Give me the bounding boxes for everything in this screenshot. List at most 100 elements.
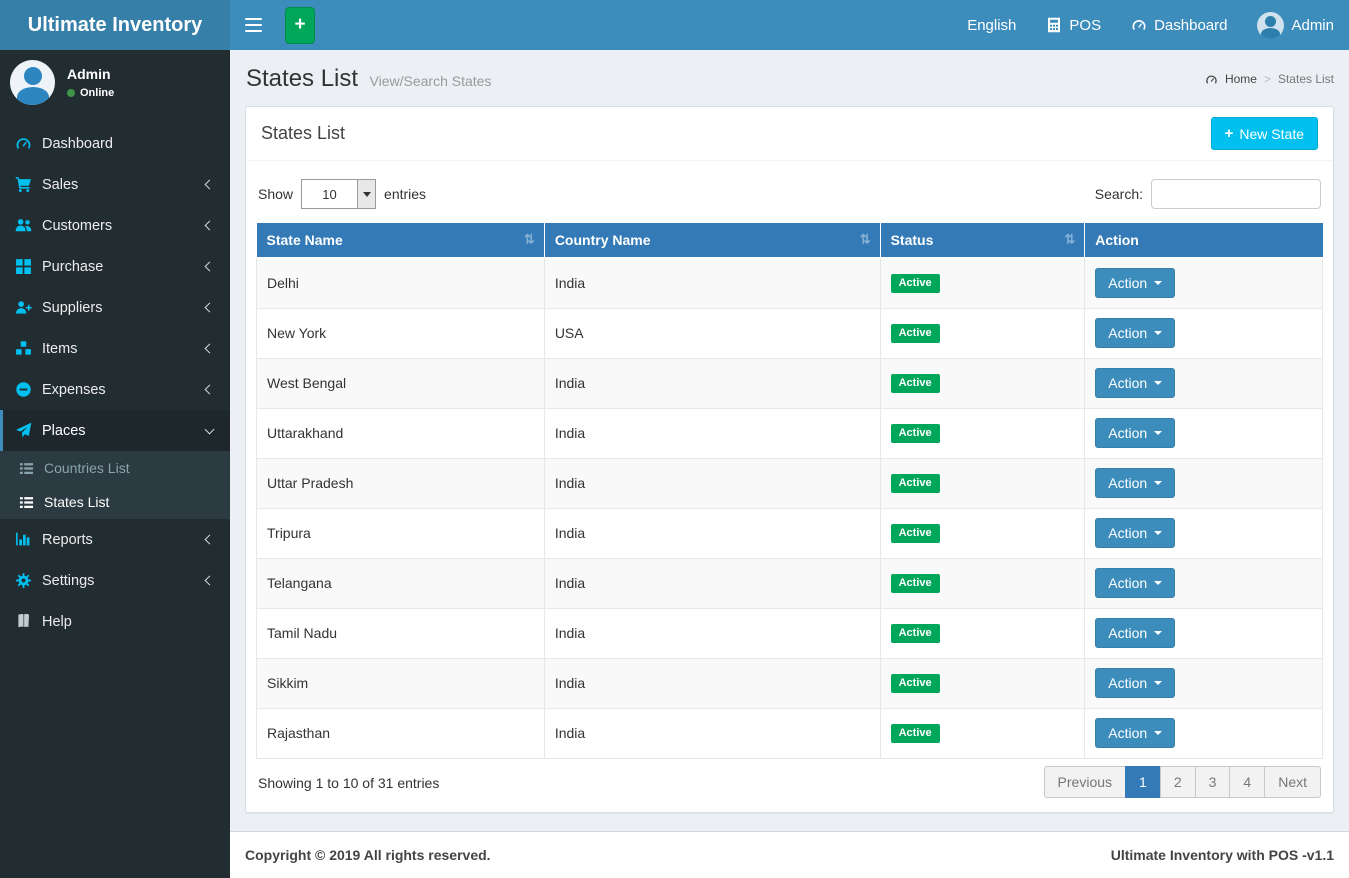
caret-down-icon	[1154, 381, 1163, 385]
cell-action: Action	[1084, 608, 1323, 659]
cell-state-name: Sikkim	[256, 658, 545, 709]
quick-add-button[interactable]: +	[285, 6, 315, 44]
cell-country-name: India	[543, 608, 881, 659]
column-header-label: Status	[890, 232, 934, 248]
status-badge: Active	[890, 424, 940, 443]
page-length-control: Show 10 entries	[258, 179, 426, 209]
action-dropdown-button[interactable]: Action	[1095, 368, 1176, 398]
sidebar-item-customers[interactable]: Customers	[0, 205, 230, 246]
status-badge: Active	[890, 274, 940, 294]
version-text: Ultimate Inventory with POS -v1.1	[1110, 847, 1334, 863]
caret-down-icon	[1154, 431, 1163, 435]
sort-icon[interactable]: ⇅	[860, 232, 871, 248]
sidebar-item-help[interactable]: Help	[0, 601, 230, 642]
navbar-item-admin[interactable]: Admin	[1242, 0, 1349, 50]
column-header-label: State Name	[266, 232, 343, 248]
action-button-label: Action	[1108, 475, 1148, 491]
states-table: State Name ⇅ Country Name ⇅ Status ⇅ Action De…	[256, 223, 1323, 759]
action-dropdown-button[interactable]: Action	[1095, 468, 1176, 498]
action-dropdown-button[interactable]: Action	[1095, 518, 1176, 548]
table-row: Telangana India Active Action	[256, 558, 1323, 609]
pagination-2[interactable]: 2	[1159, 765, 1196, 798]
column-header-status[interactable]: Status ⇅	[880, 223, 1086, 259]
grid-icon	[15, 258, 32, 275]
action-button-label: Action	[1108, 325, 1148, 341]
sidebar-item-places[interactable]: Places	[0, 410, 230, 451]
navbar-item-label: Dashboard	[1154, 16, 1228, 34]
sidebar-section-dashboard: Dashboard	[0, 123, 230, 164]
cell-country-name: India	[543, 458, 881, 509]
sidebar-item-dashboard[interactable]: Dashboard	[0, 123, 230, 164]
column-header-state-name[interactable]: State Name ⇅	[256, 223, 545, 259]
pagination-4[interactable]: 4	[1229, 765, 1266, 798]
new-state-button[interactable]: + New State	[1210, 117, 1318, 150]
sidebar-item-reports[interactable]: Reports	[0, 519, 230, 560]
action-dropdown-button[interactable]: Action	[1095, 318, 1176, 348]
cell-action: Action	[1084, 558, 1323, 609]
status-badge: Active	[890, 324, 940, 343]
caret-down-icon	[1154, 331, 1163, 335]
breadcrumb-home[interactable]: Home	[1225, 72, 1257, 86]
brand-logo[interactable]: Ultimate Inventory	[0, 0, 230, 50]
navbar-item-dashboard[interactable]: Dashboard	[1116, 0, 1242, 50]
action-dropdown-button[interactable]: Action	[1095, 668, 1176, 698]
action-button-label: Action	[1108, 525, 1148, 541]
sidebar-item-sales[interactable]: Sales	[0, 164, 230, 205]
action-button-label: Action	[1108, 675, 1148, 691]
sort-icon[interactable]: ⇅	[1064, 232, 1075, 248]
sidebar-subitem-states-list[interactable]: States List	[0, 485, 230, 519]
chevron-left-icon	[204, 220, 215, 231]
sort-icon[interactable]: ⇅	[524, 232, 535, 248]
caret-down-icon	[1154, 281, 1163, 286]
cell-state-name: Delhi	[256, 258, 545, 309]
action-dropdown-button[interactable]: Action	[1095, 718, 1176, 748]
action-button-label: Action	[1108, 625, 1148, 641]
user-status-label: Online	[80, 87, 115, 99]
tachometer-icon	[1131, 17, 1147, 33]
status-badge: Active	[890, 474, 940, 493]
sidebar-item-items[interactable]: Items	[0, 328, 230, 369]
show-label: Show	[258, 186, 294, 202]
status-badge: Active	[890, 724, 940, 743]
column-header-country-name[interactable]: Country Name ⇅	[544, 223, 881, 259]
cell-status: Active	[879, 258, 1086, 309]
list-icon	[19, 495, 34, 510]
table-row: West Bengal India Active Action	[256, 358, 1323, 409]
calculator-icon	[1046, 17, 1062, 33]
sidebar-item-expenses[interactable]: Expenses	[0, 369, 230, 410]
sidebar-item-label: Items	[42, 340, 78, 357]
sidebar-item-label: Dashboard	[42, 135, 113, 152]
action-dropdown-button[interactable]: Action	[1095, 268, 1176, 299]
sidebar-item-settings[interactable]: Settings	[0, 560, 230, 601]
cell-country-name: India	[543, 358, 881, 409]
action-dropdown-button[interactable]: Action	[1095, 418, 1176, 448]
table-row: Tripura India Active Action	[256, 508, 1323, 559]
sidebar-item-purchase[interactable]: Purchase	[0, 246, 230, 287]
page-length-select[interactable]: 10	[301, 179, 377, 209]
pagination-3[interactable]: 3	[1194, 765, 1231, 798]
sidebar-item-suppliers[interactable]: Suppliers	[0, 287, 230, 328]
table-info: Showing 1 to 10 of 31 entries	[258, 774, 440, 791]
action-dropdown-button[interactable]: Action	[1095, 618, 1176, 648]
cell-state-name: West Bengal	[256, 358, 545, 409]
cell-country-name: India	[543, 558, 881, 609]
sidebar-subitem-countries-list[interactable]: Countries List	[0, 451, 230, 485]
page-footer: Copyright © 2019 All rights reserved. Ul…	[230, 831, 1349, 878]
pagination-previous[interactable]: Previous	[1043, 765, 1127, 798]
action-button-label: Action	[1108, 375, 1148, 391]
chevron-left-icon	[204, 534, 215, 545]
chart-icon	[15, 531, 32, 548]
user-status: Online	[67, 87, 114, 99]
action-dropdown-button[interactable]: Action	[1095, 568, 1176, 598]
search-input[interactable]	[1151, 179, 1321, 209]
cart-icon	[15, 176, 32, 193]
pagination-1[interactable]: 1	[1125, 765, 1161, 798]
sidebar-toggle-icon[interactable]	[230, 3, 277, 48]
chevron-down-icon	[204, 424, 215, 434]
pagination-next[interactable]: Next	[1264, 765, 1321, 798]
navbar-item-pos[interactable]: POS	[1031, 0, 1116, 50]
table-row: Uttar Pradesh India Active Action	[256, 458, 1323, 509]
entries-label: entries	[384, 186, 427, 202]
cell-status: Active	[879, 358, 1086, 409]
navbar-item-english[interactable]: English	[952, 0, 1031, 50]
